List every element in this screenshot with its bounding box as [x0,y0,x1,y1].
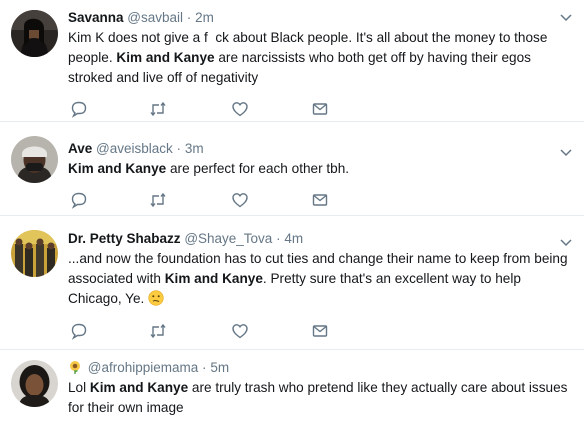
tweet-header: Ave @aveisblack · 3m [68,140,204,158]
tweet-actions [68,100,368,118]
avatar[interactable] [11,10,58,57]
display-name[interactable]: Savanna [68,10,124,25]
separator: · [202,360,207,375]
avatar[interactable] [11,360,58,407]
timestamp[interactable]: 3m [185,141,204,156]
retweet-icon [150,323,166,339]
more-menu-chevron[interactable] [560,13,572,23]
reply-button[interactable] [70,100,88,118]
more-menu-chevron[interactable] [560,238,572,248]
tweet-text: Kim K does not give a f ck about Black p… [68,28,568,88]
tweet-actions [68,191,368,209]
confused-face-emoji-icon [148,290,164,306]
tweet-savanna[interactable]: Savanna @savbail · 2m Kim K does not giv… [0,0,584,119]
tweet-header: Savanna @savbail · 2m [68,9,214,27]
retweet-button[interactable] [149,322,167,340]
separator: · [176,141,182,156]
reply-icon [71,101,87,118]
like-button[interactable] [231,322,249,340]
highlighted-term: Kim and Kanye [68,161,167,176]
tweet-ave[interactable]: Ave @aveisblack · 3m Kim and Kanye are p… [0,122,584,213]
timestamp[interactable]: 4m [284,231,303,246]
direct-message-icon [312,194,328,206]
highlighted-term: Kim and Kanye [164,271,263,286]
chevron-down-icon [560,239,572,247]
retweet-icon [150,101,166,117]
direct-message-icon [312,325,328,337]
highlighted-term: Kim and Kanye [89,380,189,395]
reply-icon [71,192,87,209]
tweet-dr-petty-shabazz[interactable]: Dr. Petty Shabazz @Shaye_Tova · 4m ...an… [0,216,584,348]
display-name[interactable]: Dr. Petty Shabazz [68,231,181,246]
retweet-icon [150,192,166,208]
more-menu-chevron[interactable] [560,148,572,158]
retweet-button[interactable] [149,100,167,118]
separator: · [186,10,192,25]
reply-button[interactable] [70,191,88,209]
timestamp[interactable]: 2m [195,10,214,25]
like-icon [232,324,248,339]
like-icon [232,193,248,208]
direct-message-button[interactable] [311,191,329,209]
tweet-text: Lol Kim and Kanye are truly trash who pr… [68,378,568,418]
user-handle[interactable]: @Shaye_Tova [184,231,272,246]
tweet-text-part: are perfect for each other tbh. [166,161,350,176]
tweet-header: @afrohippiemama · 5m [68,359,229,377]
reply-icon [71,323,87,340]
user-handle[interactable]: @afrohippiemama [88,360,199,375]
direct-message-button[interactable] [311,100,329,118]
timestamp[interactable]: 5m [210,360,229,375]
sunflower-emoji-icon [68,360,82,374]
like-icon [232,102,248,117]
retweet-button[interactable] [149,191,167,209]
tweet-text-part: Lol [68,380,90,395]
tweet-actions [68,322,368,340]
like-button[interactable] [231,191,249,209]
direct-message-button[interactable] [311,322,329,340]
like-button[interactable] [231,100,249,118]
chevron-down-icon [560,14,572,22]
user-handle[interactable]: @aveisblack [96,141,173,156]
user-handle[interactable]: @savbail [127,10,183,25]
reply-button[interactable] [70,322,88,340]
avatar[interactable] [11,136,58,183]
tweet-text: Kim and Kanye are perfect for each other… [68,159,568,179]
tweet-header: Dr. Petty Shabazz @Shaye_Tova · 4m [68,230,303,248]
display-name[interactable]: Ave [68,141,92,156]
tweet-text: ...and now the foundation has to cut tie… [68,249,568,309]
avatar[interactable] [11,230,58,277]
tweet-afrohippiemama[interactable]: @afrohippiemama · 5m Lol Kim and Kanye a… [0,350,584,424]
direct-message-icon [312,103,328,115]
separator: · [276,231,281,246]
highlighted-term: Kim and Kanye [116,50,215,65]
chevron-down-icon [560,149,572,157]
